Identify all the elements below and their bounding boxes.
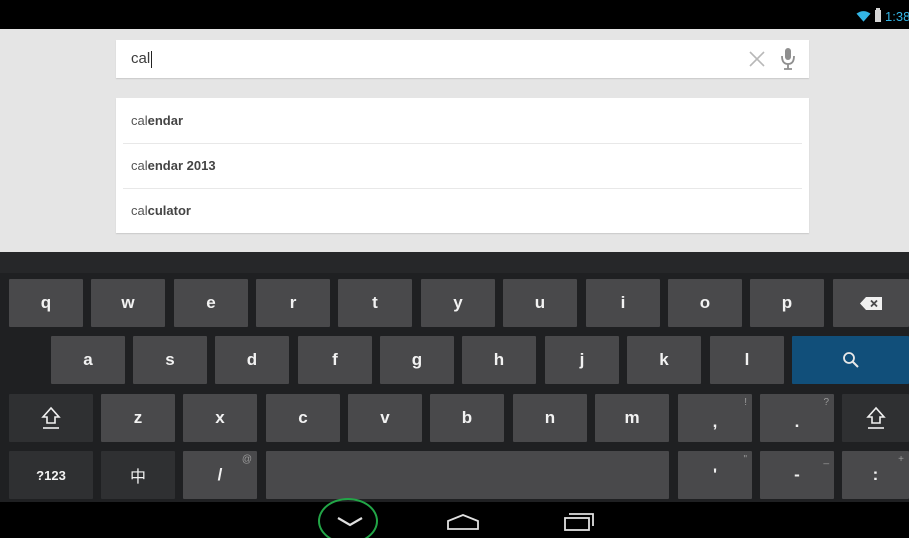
key-comma-hint: ! — [744, 397, 747, 408]
key-l[interactable]: l — [710, 336, 784, 384]
key-s[interactable]: s — [133, 336, 207, 384]
suggestion-item[interactable]: cal endar 2013 — [116, 143, 809, 188]
backspace-key[interactable] — [833, 279, 909, 327]
backspace-icon — [860, 296, 882, 310]
key-x[interactable]: x — [183, 394, 257, 442]
key-z[interactable]: z — [101, 394, 175, 442]
key-apostrophe[interactable]: ' " — [678, 451, 752, 499]
suggestion-prefix: cal — [131, 203, 148, 218]
search-input-last-char: l — [146, 50, 151, 67]
key-colon[interactable]: : + — [842, 451, 909, 499]
key-j[interactable]: j — [545, 336, 619, 384]
key-g[interactable]: g — [380, 336, 454, 384]
search-screen: cal cal endar cal endar 2013 cal culator — [0, 29, 909, 252]
suggestion-completion: culator — [147, 203, 191, 218]
status-bar: 1:38 — [0, 0, 909, 29]
search-input[interactable]: cal — [131, 50, 153, 68]
suggestion-completion: endar — [147, 113, 184, 128]
suggestion-item[interactable]: cal culator — [116, 188, 809, 233]
status-clock: 1:38 — [885, 8, 909, 24]
key-slash-hint: @ — [241, 454, 252, 465]
key-comma[interactable]: , ! — [678, 394, 752, 442]
suggestion-completion: endar 2013 — [147, 158, 216, 173]
key-v[interactable]: v — [348, 394, 422, 442]
key-y[interactable]: y — [421, 279, 495, 327]
key-slash[interactable]: / @ — [183, 451, 257, 499]
key-f[interactable]: f — [298, 336, 372, 384]
space-bar[interactable] — [266, 451, 669, 499]
key-n[interactable]: n — [513, 394, 587, 442]
language-key[interactable]: 中 — [101, 451, 175, 499]
key-r[interactable]: r — [256, 279, 330, 327]
key-colon-hint: + — [898, 454, 904, 465]
shift-icon — [41, 406, 61, 429]
search-input-text: ca — [131, 50, 147, 67]
key-u[interactable]: u — [503, 279, 577, 327]
key-comma-label: , — [712, 412, 718, 431]
key-c[interactable]: c — [266, 394, 340, 442]
key-o[interactable]: o — [668, 279, 742, 327]
wifi-icon — [856, 11, 871, 22]
key-h[interactable]: h — [462, 336, 536, 384]
key-q[interactable]: q — [9, 279, 83, 327]
key-dash-hint: _ — [823, 454, 829, 465]
recent-apps-icon[interactable] — [563, 512, 595, 532]
key-dash[interactable]: - _ — [760, 451, 834, 499]
status-icons: 1:38 — [856, 8, 909, 24]
key-p[interactable]: p — [750, 279, 824, 327]
search-box[interactable]: cal — [116, 40, 809, 78]
key-colon-label: : — [872, 465, 879, 484]
key-period[interactable]: . ? — [760, 394, 834, 442]
search-key[interactable] — [792, 336, 909, 384]
key-apostrophe-hint: " — [743, 454, 747, 465]
chevron-down-icon[interactable] — [336, 516, 364, 528]
key-e[interactable]: e — [174, 279, 248, 327]
key-apostrophe-label: ' — [712, 465, 718, 484]
suggestion-prefix: cal — [131, 158, 148, 173]
shift-icon — [865, 406, 886, 429]
shift-key-right[interactable] — [842, 394, 909, 442]
key-m[interactable]: m — [595, 394, 669, 442]
key-dash-label: - — [794, 465, 800, 484]
close-icon[interactable] — [747, 49, 767, 69]
key-a[interactable]: a — [51, 336, 125, 384]
key-i[interactable]: i — [586, 279, 660, 327]
key-period-hint: ? — [823, 397, 829, 408]
home-icon[interactable] — [446, 513, 480, 531]
soft-keyboard: q w e r t y u i o p a s d f g h j k l z … — [0, 252, 909, 502]
microphone-icon[interactable] — [779, 46, 797, 72]
key-period-label: . — [794, 412, 800, 431]
keyboard-top-strip — [0, 252, 909, 273]
key-k[interactable]: k — [627, 336, 701, 384]
symbols-key[interactable]: ?123 — [9, 451, 93, 499]
shift-key-left[interactable] — [9, 394, 93, 442]
key-t[interactable]: t — [338, 279, 412, 327]
key-w[interactable]: w — [91, 279, 165, 327]
battery-icon — [875, 8, 881, 22]
suggestion-item[interactable]: cal endar — [116, 98, 809, 143]
key-slash-label: / — [217, 465, 223, 484]
search-icon — [842, 352, 859, 368]
key-d[interactable]: d — [215, 336, 289, 384]
text-caret — [151, 50, 153, 68]
suggestion-list: cal endar cal endar 2013 cal culator — [116, 98, 809, 233]
suggestion-prefix: cal — [131, 113, 148, 128]
key-b[interactable]: b — [430, 394, 504, 442]
